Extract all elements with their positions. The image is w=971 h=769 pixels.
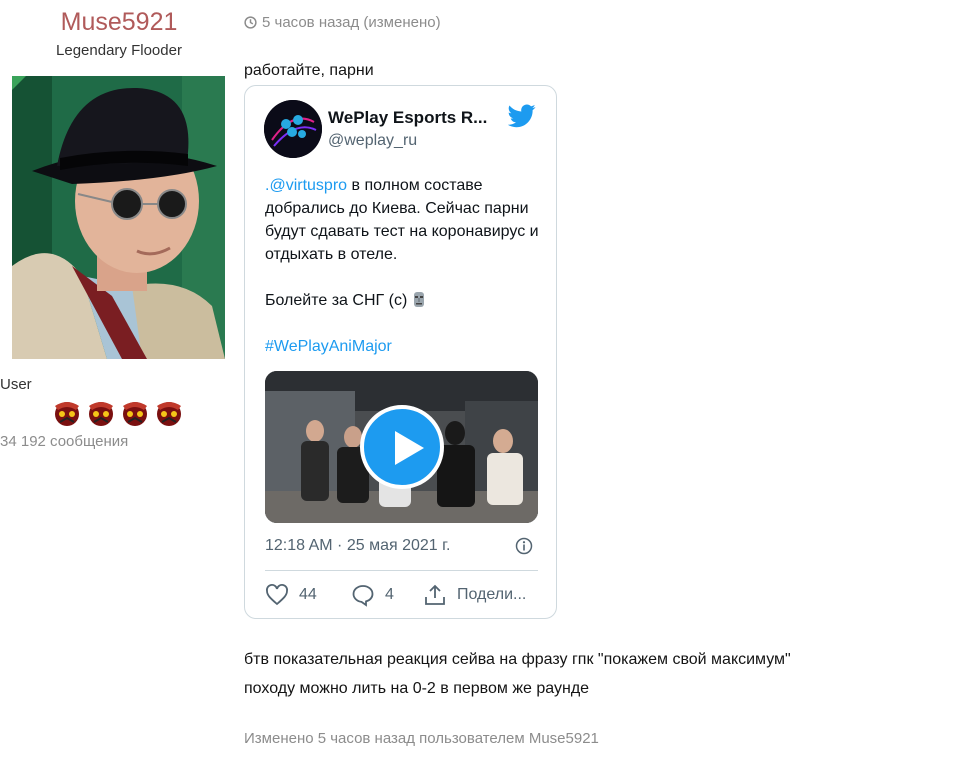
tweet-video[interactable] xyxy=(265,371,538,523)
tweet-author-name[interactable]: WePlay Esports R... xyxy=(328,108,498,128)
online-indicator xyxy=(12,76,26,90)
user-avatar[interactable] xyxy=(12,76,225,359)
post-time-text: 5 часов назад (изменено) xyxy=(262,14,441,31)
embedded-tweet[interactable]: WePlay Esports R... @weplay_ru .@virtusp… xyxy=(244,85,557,619)
twitter-bird-icon[interactable] xyxy=(508,104,536,128)
clock-icon xyxy=(244,16,257,29)
reply-count: 4 xyxy=(385,586,394,603)
username-link[interactable]: Muse5921 xyxy=(0,8,238,37)
tweet-date[interactable]: 12:18 AM · 25 мая 2021 г. xyxy=(265,537,450,555)
user-role: User xyxy=(0,376,32,393)
reply-button[interactable]: 4 xyxy=(351,583,394,607)
share-label: Подели... xyxy=(457,586,527,603)
like-count: 44 xyxy=(299,586,317,603)
moai-emoji-icon xyxy=(413,292,424,307)
user-title: Legendary Flooder xyxy=(56,42,182,59)
share-icon xyxy=(425,584,445,605)
message-count: 34 192 сообщения xyxy=(0,433,129,450)
tweet-author-avatar[interactable] xyxy=(264,100,322,158)
tweet-hashtag-link[interactable]: #WePlayAniMajor xyxy=(265,338,392,355)
heart-icon xyxy=(266,584,288,606)
post-text-intro: работайте, парни xyxy=(244,62,374,79)
post-text-comment: бтв показательная реакция сейва на фразу… xyxy=(244,645,944,703)
tweet-author-handle[interactable]: @weplay_ru xyxy=(328,132,417,150)
post-timestamp[interactable]: 5 часов назад (изменено) xyxy=(244,14,441,31)
tweet-actions: 44 4 Подели... xyxy=(265,583,538,607)
play-icon[interactable] xyxy=(360,405,444,489)
tweet-mention-link[interactable]: .@virtuspro xyxy=(265,177,347,194)
tweet-divider xyxy=(265,570,538,571)
post-text-line-a: бтв показательная реакция сейва на фразу… xyxy=(244,651,791,668)
rank-icon xyxy=(123,402,147,426)
edited-note: Изменено 5 часов назад пользователем Mus… xyxy=(244,730,599,747)
tweet-text: .@virtuspro в полном составе добрались д… xyxy=(265,174,545,358)
rank-icon xyxy=(89,402,113,426)
rank-icons xyxy=(50,396,190,430)
rank-icon xyxy=(55,402,79,426)
like-button[interactable]: 44 xyxy=(265,583,317,607)
info-icon[interactable] xyxy=(515,537,533,555)
share-button[interactable]: Подели... xyxy=(423,583,526,607)
post-text-line-b: походу можно лить на 0-2 в первом же рау… xyxy=(244,680,590,697)
tweet-text-cheer: Болейте за СНГ (с) xyxy=(265,292,412,309)
reply-bubble-icon xyxy=(352,585,374,607)
rank-icon xyxy=(157,402,181,426)
